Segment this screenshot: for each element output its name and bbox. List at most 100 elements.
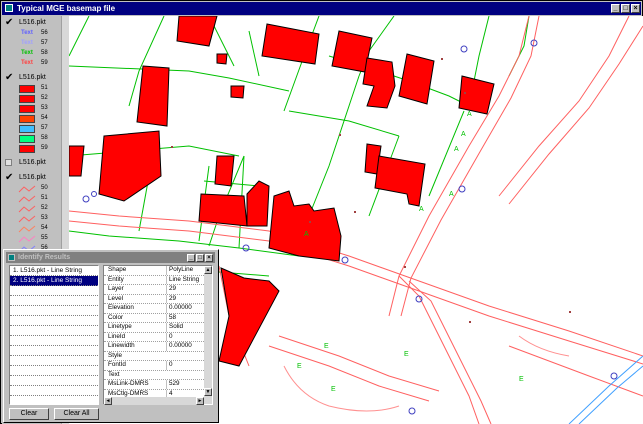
identify-list-empty-row [10, 286, 98, 296]
property-row[interactable]: Linetype Solid [104, 323, 212, 333]
property-key: Level [108, 294, 124, 302]
property-row[interactable]: Shape PolyLine [104, 266, 212, 276]
minimize-button[interactable]: _ [611, 4, 620, 13]
legend-fill-swatch [19, 125, 35, 133]
legend-group-header[interactable]: L516.pkt [2, 158, 62, 169]
scroll-down-arrow[interactable]: ▼ [204, 388, 212, 396]
identify-list-empty-row [10, 396, 98, 404]
legend-item: 52 [2, 204, 62, 214]
property-value: 29 [166, 294, 209, 303]
legend-group-header[interactable]: ✔ L516.pkt [2, 173, 62, 184]
property-key: Linetype [108, 323, 132, 330]
property-row[interactable]: Level 29 [104, 294, 212, 304]
legend-group-header[interactable]: ✔ L516.pkt [2, 73, 62, 84]
identify-list-empty-row [10, 386, 98, 396]
property-row[interactable]: Entity Line String [104, 275, 212, 285]
legend-item-number: 57 [41, 125, 48, 131]
checkmark-icon[interactable]: ✔ [5, 173, 13, 183]
legend-item: 54 [2, 224, 62, 234]
checkmark-icon[interactable]: ✔ [5, 18, 13, 28]
identify-list-empty-row [10, 346, 98, 356]
label-e: E [519, 376, 524, 383]
legend-layer-name: L516.pkt [19, 19, 46, 26]
property-row[interactable]: Layer 29 [104, 285, 212, 295]
legend-group-header[interactable]: ✔ L516.pkt [2, 18, 62, 29]
identify-title-bar[interactable]: Identify Results _ □ × [6, 252, 215, 263]
property-value: Line String [166, 275, 209, 284]
close-button[interactable]: × [631, 4, 640, 13]
property-row[interactable]: MsLink-DMRS 529 [104, 380, 212, 390]
identify-minimize-button[interactable]: _ [187, 254, 195, 262]
maximize-button[interactable]: □ [621, 4, 630, 13]
legend-item-number: 58 [41, 50, 48, 56]
identify-maximize-button[interactable]: □ [196, 254, 204, 262]
utility-lines [568, 355, 643, 424]
legend-text-sample: Text [21, 50, 33, 56]
label-a: A [454, 146, 459, 153]
legend-item-number: 53 [41, 215, 48, 221]
legend-fill-swatch [19, 115, 35, 123]
legend-group: ✔ L516.pkt 51 52 53 54 57 58 59 [2, 73, 62, 154]
clear-button[interactable]: Clear [9, 408, 49, 420]
legend-layer-name: L516.pkt [19, 174, 46, 181]
identify-close-button[interactable]: × [205, 254, 213, 262]
legend-item: 50 [2, 184, 62, 194]
property-row[interactable]: FontId 0 [104, 361, 212, 371]
property-row[interactable]: Linewidth 0.00000 [104, 342, 212, 352]
property-row[interactable]: LineId 0 [104, 332, 212, 342]
property-row[interactable]: Text [104, 371, 212, 380]
property-value: 529 [166, 380, 209, 389]
property-value: 0.00000 [166, 304, 209, 313]
property-key: Shape [108, 266, 127, 273]
legend-item-number: 51 [41, 195, 48, 201]
identify-properties-grid[interactable]: Shape PolyLine Entity Line String Layer 29 Lev… [103, 265, 213, 405]
identify-results-window: Identify Results _ □ × 1. L516.pkt - Lin… [3, 249, 219, 423]
legend-fill-swatch [19, 105, 35, 113]
label-e: E [331, 386, 336, 393]
legend-item: Text 57 [2, 39, 62, 49]
legend-item-number: 58 [41, 135, 48, 141]
legend-item-number: 50 [41, 185, 48, 191]
label-a: A [449, 191, 454, 198]
legend-item-number: 54 [41, 225, 48, 231]
legend-item: Text 59 [2, 59, 62, 69]
legend-line-swatch [18, 215, 36, 223]
scroll-right-arrow[interactable]: ► [196, 397, 204, 405]
property-row[interactable]: Style [104, 352, 212, 361]
label-a: A [304, 231, 309, 238]
identify-window-icon [8, 254, 15, 261]
legend-fill-swatch [19, 95, 35, 103]
unchecked-box-icon[interactable] [5, 159, 12, 166]
properties-scrollbar[interactable]: ▲ ▼ [204, 266, 212, 404]
legend-item: 53 [2, 214, 62, 224]
title-bar[interactable]: Typical MGE basemap file _ □ × [2, 2, 641, 15]
identify-list-item[interactable]: 2. L516.pkt - Line String [10, 276, 98, 286]
property-row[interactable]: Color 58 [104, 313, 212, 323]
window-title: Typical MGE basemap file [17, 4, 116, 13]
legend-item-number: 52 [41, 95, 48, 101]
identify-list-item[interactable]: 1. L516.pkt - Line String [10, 266, 98, 276]
property-row[interactable]: Elevation 0.00000 [104, 304, 212, 314]
identify-list-empty-row [10, 326, 98, 336]
property-value: Solid [166, 323, 209, 332]
identify-list-empty-row [10, 296, 98, 306]
scroll-up-arrow[interactable]: ▲ [204, 266, 212, 274]
property-value: 0 [166, 361, 209, 370]
legend-line-swatch [18, 195, 36, 203]
legend-item-number: 57 [41, 40, 48, 46]
legend-item-number: 55 [41, 235, 48, 241]
legend-line-swatch [18, 235, 36, 243]
identify-list-empty-row [10, 316, 98, 326]
legend-layer-name: L516.pkt [19, 159, 46, 166]
legend-line-swatch [18, 205, 36, 213]
legend-item: 54 [2, 114, 62, 124]
legend-group: L516.pkt [2, 158, 62, 169]
property-key: FontId [108, 361, 126, 368]
identify-feature-list[interactable]: 1. L516.pkt - Line String 2. L516.pkt - L… [9, 265, 99, 405]
scroll-left-arrow[interactable]: ◄ [104, 397, 112, 405]
checkmark-icon[interactable]: ✔ [5, 73, 13, 83]
clear-all-button[interactable]: Clear All [54, 408, 99, 420]
properties-hscrollbar[interactable]: ◄ ► [104, 397, 204, 405]
legend-text-sample: Text [21, 40, 33, 46]
legend-item: 52 [2, 94, 62, 104]
